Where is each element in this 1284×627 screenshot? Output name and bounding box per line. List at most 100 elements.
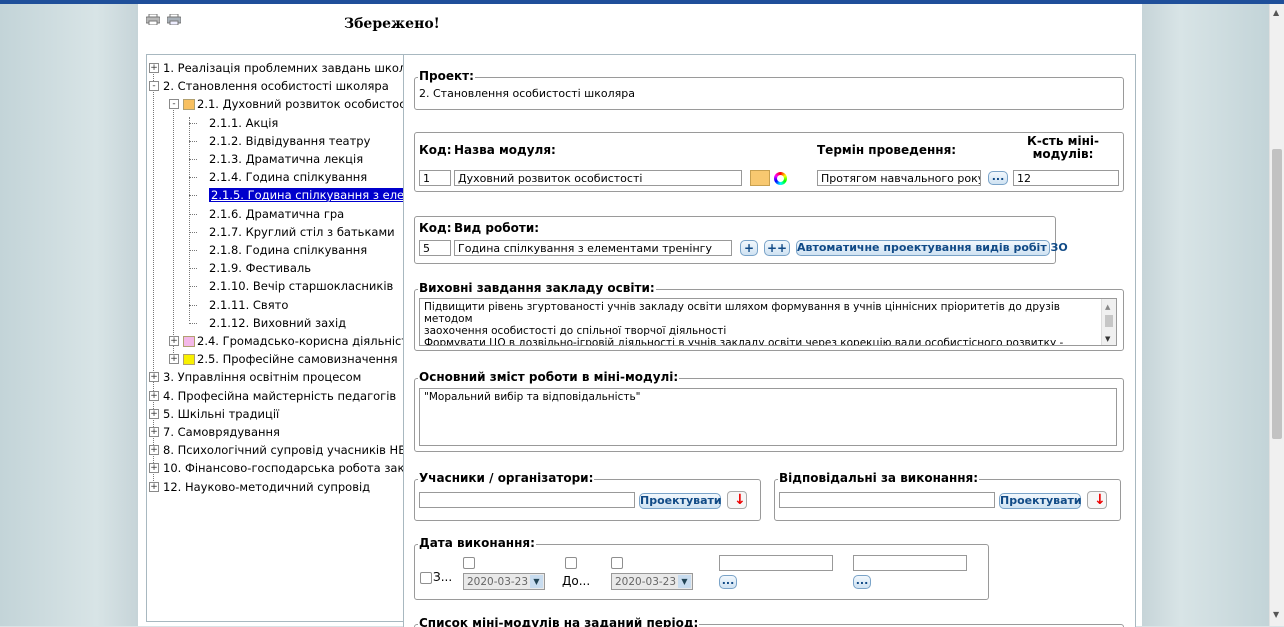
work-type-input[interactable]: Година спілкування з елементами тренінгу	[454, 240, 732, 256]
tree-item-label: 8. Психологічний супровід учасників НВП	[163, 443, 404, 458]
tree-item[interactable]: 2.1.9. Фестиваль	[209, 260, 311, 276]
tree-item[interactable]: 7. Самоврядування	[163, 424, 280, 440]
term-picker-button[interactable]: ...	[988, 171, 1008, 185]
tree-item[interactable]: 2.1.6. Драматична гра	[209, 206, 344, 222]
project-legend: Проект:	[418, 69, 475, 83]
scroll-up-icon[interactable]: ▲	[1105, 301, 1110, 313]
expand-icon[interactable]: +	[149, 481, 159, 492]
date-extra-button-1[interactable]: ...	[719, 575, 737, 589]
tree-branch	[189, 159, 197, 160]
expand-icon[interactable]: +	[149, 372, 159, 383]
tree-item[interactable]: 2.1.12. Виховний захід	[209, 315, 346, 331]
tree-item-label: 2.1.5. Година спілкування з елемен	[209, 188, 403, 203]
printer-icon[interactable]	[146, 14, 160, 25]
content-fieldset: Основний зміст роботи в міні-модулі: "Мо…	[414, 370, 1124, 452]
to-enable-checkbox[interactable]	[565, 557, 577, 569]
expand-icon[interactable]: +	[149, 445, 159, 456]
module-code-input[interactable]: 1	[419, 170, 451, 186]
tree-item[interactable]: 2.1.1. Акція	[209, 115, 278, 131]
tree-item-label: 5. Шкільні традиції	[163, 406, 280, 421]
expand-icon[interactable]: +	[149, 427, 159, 437]
tree-branch	[189, 140, 197, 142]
tree-item-label: 10. Фінансово-господарська робота закла	[163, 461, 404, 476]
tree-item[interactable]: 2.1. Духовний розвиток особистості	[197, 96, 403, 112]
tree-item[interactable]: 2.1.11. Свято	[209, 297, 288, 313]
tree-branch	[189, 304, 197, 306]
scroll-up-icon[interactable]: ▲	[1273, 8, 1279, 17]
color-swatch[interactable]	[750, 170, 770, 186]
tree-item[interactable]: 5. Шкільні традиції	[163, 406, 279, 422]
date-extra-input-2[interactable]	[853, 555, 967, 571]
expand-icon[interactable]: +	[149, 463, 159, 474]
add-multiple-work-button[interactable]: ++	[764, 240, 790, 256]
collapse-icon[interactable]: -	[169, 99, 179, 110]
tree-item-label: 7. Самоврядування	[163, 425, 280, 439]
content-textarea[interactable]: "Моральний вибір та відповідальність"	[419, 388, 1117, 446]
to-date-select[interactable]: 2020-03-23 ▼	[611, 573, 693, 590]
tree-item[interactable]: 2.1.7. Круглий стіл з батьками	[209, 224, 395, 240]
page-scrollbar[interactable]: ▲ ▼	[1269, 4, 1284, 626]
tree-item[interactable]: 2.5. Професійне самовизначення	[197, 351, 398, 367]
date-extra-input-1[interactable]	[719, 555, 833, 571]
from-date-select[interactable]: 2020-03-23 ▼	[463, 573, 545, 590]
expand-icon[interactable]: +	[169, 354, 179, 365]
participants-down-button[interactable]: ↓	[727, 491, 747, 509]
tree-line	[153, 67, 154, 487]
tree-item[interactable]: 2.1.4. Година спілкування	[209, 169, 367, 185]
category-tree[interactable]: +1. Реалізація проблемних завдань школи -…	[146, 54, 404, 622]
date-extra-button-2[interactable]: ...	[853, 575, 871, 589]
tree-item-label: 12. Науково-методичний супровід	[163, 479, 371, 494]
scrollbar-thumb[interactable]	[1272, 149, 1282, 439]
tree-item-label: 2.1.6. Драматична гра	[209, 206, 345, 221]
tasks-scroll-thumb[interactable]	[1105, 315, 1113, 327]
add-work-button[interactable]: +	[740, 240, 758, 256]
responsible-design-button[interactable]: Проектувати	[999, 493, 1082, 509]
tree-item[interactable]: 4. Професійна майстерність педагогів	[163, 388, 396, 404]
module-name-input[interactable]: Духовний розвиток особистості	[454, 170, 742, 186]
tree-item[interactable]: 3. Управління освітнім процесом	[163, 369, 361, 385]
from-date-checkbox[interactable]	[463, 557, 475, 569]
scroll-down-icon[interactable]: ▼	[1273, 610, 1279, 619]
auto-design-button[interactable]: Автоматичне проектування видів робіт ЗО	[796, 240, 1068, 256]
tree-item-selected[interactable]: 2.1.5. Година спілкування з елемен	[209, 187, 403, 203]
tree-item[interactable]: 2.1.2. Відвідування театру	[209, 133, 370, 149]
participants-input[interactable]	[419, 492, 635, 508]
tree-item-label: 2.1.12. Виховний захід	[209, 315, 347, 330]
work-code-input[interactable]: 5	[419, 240, 451, 256]
tree-item[interactable]: 10. Фінансово-господарська робота закла	[163, 460, 404, 476]
expand-icon[interactable]: +	[149, 63, 159, 73]
tree-item[interactable]: 2. Становлення особистості школяра	[163, 78, 389, 94]
tree-item-label: 1. Реалізація проблемних завдань школи	[163, 61, 404, 75]
responsible-down-button[interactable]: ↓	[1087, 491, 1107, 509]
participants-fieldset: Учасники / організатори: Проектувати ↓	[414, 471, 761, 521]
expand-icon[interactable]: +	[149, 408, 159, 419]
to-date-checkbox[interactable]	[611, 557, 623, 569]
printer-preview-icon[interactable]	[167, 14, 181, 25]
module-term-input[interactable]: Протягом навчального року	[817, 170, 981, 186]
participants-design-button[interactable]: Проектувати	[639, 493, 722, 509]
dates-legend: Дата виконання:	[418, 536, 536, 550]
collapse-icon[interactable]: -	[149, 81, 159, 92]
tree-item[interactable]: 2.1.3. Драматична лекція	[209, 151, 363, 167]
scroll-down-icon[interactable]: ▼	[1105, 333, 1110, 345]
tree-item[interactable]: 1. Реалізація проблемних завдань школи	[163, 60, 404, 76]
tree-item[interactable]: 8. Психологічний супровід учасників НВП	[163, 442, 404, 458]
tree-item[interactable]: 2.1.10. Вечір старшокласників	[209, 278, 393, 294]
color-wheel-icon[interactable]	[774, 172, 787, 185]
tree-item[interactable]: 2.1.8. Година спілкування	[209, 242, 367, 258]
content-legend: Основний зміст роботи в міні-модулі:	[418, 370, 680, 384]
tree-item[interactable]: 2.4. Громадсько-корисна діяльність	[197, 333, 403, 349]
tree-item[interactable]: 12. Науково-методичний супровід	[163, 479, 370, 495]
tree-branch	[189, 195, 197, 197]
module-count-input[interactable]: 12	[1013, 170, 1119, 186]
responsible-input[interactable]	[779, 492, 995, 508]
folder-icon	[183, 336, 195, 347]
tasks-textarea[interactable]: Підвищити рівень згуртованості учнів зак…	[419, 298, 1117, 346]
from-enable-checkbox[interactable]	[420, 572, 432, 584]
tasks-scrollbar[interactable]: ▲ ▼	[1101, 299, 1116, 345]
expand-icon[interactable]: +	[149, 390, 159, 401]
red-down-arrow-icon: ↓	[734, 492, 746, 508]
tree-line	[189, 117, 190, 321]
expand-icon[interactable]: +	[169, 336, 179, 346]
chevron-down-icon: ▼	[678, 575, 691, 588]
